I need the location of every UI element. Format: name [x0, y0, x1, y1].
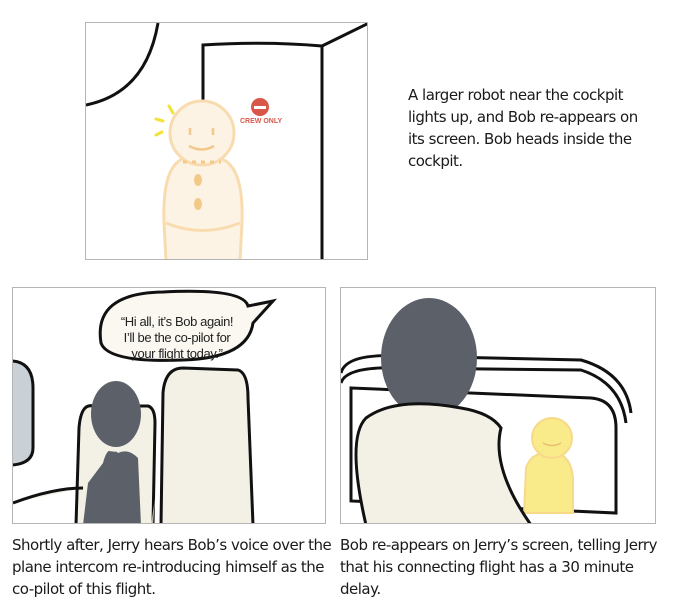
robot-figure	[162, 99, 244, 259]
cockpit-door-illustration	[86, 23, 367, 259]
panel-caption: Shortly after, Jerry hears Bob’s voice o…	[12, 536, 332, 598]
panel-caption: Bob re-appears on Jerry’s screen, tellin…	[340, 536, 657, 598]
comic-panel-screen	[340, 287, 656, 524]
comic-panel-cockpit-door: CREW ONLY	[85, 22, 368, 260]
crew-only-sign: CREW ONLY	[240, 118, 283, 125]
seatback-screen-illustration	[341, 298, 633, 523]
panel-caption: A larger robot near the cockpit lights u…	[408, 86, 638, 170]
comic-panel-intercom: “Hi all, it’s Bob again! I’ll be the co-…	[12, 287, 326, 524]
speech-bubble-text: “Hi all, it’s Bob again! I’ll be the co-…	[120, 314, 234, 361]
